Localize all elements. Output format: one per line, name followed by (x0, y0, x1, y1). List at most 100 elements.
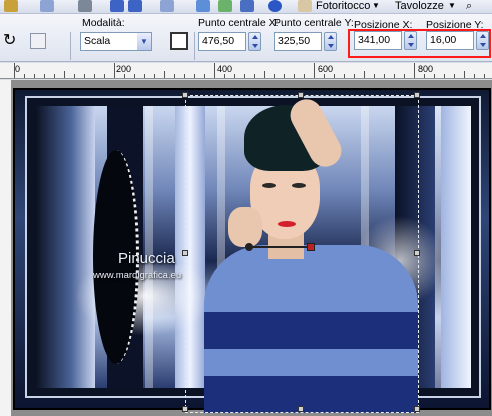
deform-handle[interactable] (298, 406, 304, 412)
vertical-ruler (0, 80, 12, 416)
ruler-tick (434, 74, 435, 78)
rotation-knob[interactable] (307, 243, 315, 251)
light-band (441, 106, 471, 388)
ruler-tick (124, 74, 125, 78)
eraser-icon[interactable] (298, 0, 312, 12)
ruler-tick (174, 74, 175, 78)
ruler-tick (164, 71, 165, 78)
info-icon[interactable] (268, 0, 282, 12)
print-icon[interactable] (78, 0, 92, 12)
ruler-tick (364, 71, 365, 78)
ruler-tick (294, 74, 295, 78)
ruler-tick (444, 74, 445, 78)
ruler-tick (44, 74, 45, 78)
ruler-tick (394, 74, 395, 78)
ruler-tick (114, 63, 115, 78)
ruler-tick (64, 71, 65, 78)
deform-handle[interactable] (182, 92, 188, 98)
search-icon[interactable]: ⌕ (466, 0, 472, 13)
deform-handle[interactable] (298, 92, 304, 98)
light-band (35, 106, 95, 388)
ruler-tick (484, 74, 485, 78)
deform-handle[interactable] (414, 250, 420, 256)
deform-handle[interactable] (182, 406, 188, 412)
chevron-down-icon: ▼ (448, 1, 456, 10)
ruler-tick (134, 74, 135, 78)
center-x-spinner[interactable] (248, 32, 261, 51)
ruler-tick (324, 74, 325, 78)
document-icon[interactable] (40, 0, 54, 12)
ruler-mark: 400 (217, 64, 233, 74)
ruler-tick (334, 74, 335, 78)
separator (194, 32, 195, 60)
ruler-tick (154, 74, 155, 78)
ruler-tick (74, 74, 75, 78)
chevron-down-icon: ▼ (372, 1, 380, 10)
layers-icon[interactable] (196, 0, 210, 12)
ruler-tick (24, 74, 25, 78)
ruler-mark: 200 (116, 64, 132, 74)
center-y-label: Punto centrale Y: (274, 17, 354, 29)
ruler-tick (404, 74, 405, 78)
image-icon[interactable] (4, 0, 18, 12)
watermark-name: Pinuccia (118, 250, 175, 267)
ruler-tick (224, 74, 225, 78)
menu-bar: Fotoritocco ▼ Tavolozze ▼ ⌕ (0, 0, 492, 14)
reset-icon[interactable]: ↻ (3, 33, 16, 49)
deform-icon[interactable] (30, 33, 46, 49)
horizontal-ruler: 0 200 400 600 800 (0, 63, 492, 79)
grid-icon[interactable] (218, 0, 232, 12)
ruler-tick (104, 74, 105, 78)
ruler-mark: 0 (15, 64, 21, 74)
ruler-tick (144, 74, 145, 78)
ruler-tick (454, 74, 455, 78)
ruler-tick (344, 74, 345, 78)
ruler-tick (284, 74, 285, 78)
menu-fotoritocco[interactable]: Fotoritocco (316, 0, 370, 12)
ruler-tick (194, 74, 195, 78)
chevron-down-icon: ▼ (137, 33, 151, 50)
ruler-tick (244, 74, 245, 78)
ruler-tick (274, 74, 275, 78)
ruler-mark: 800 (418, 64, 434, 74)
position-highlight (348, 29, 491, 58)
ruler-tick (384, 74, 385, 78)
deform-handle[interactable] (414, 92, 420, 98)
center-x-label: Punto centrale X: (198, 17, 279, 29)
undo-icon[interactable] (110, 0, 124, 12)
center-y-field[interactable]: 325,50 (274, 32, 322, 51)
separator (70, 32, 71, 60)
menu-tavolozze[interactable]: Tavolozze (395, 0, 444, 12)
crop-icon[interactable] (170, 32, 188, 50)
ruler-tick (464, 71, 465, 78)
ruler-tick (204, 74, 205, 78)
mode-select[interactable]: Scala ▼ (80, 32, 152, 51)
ruler-tick (354, 74, 355, 78)
ruler-mark: 600 (318, 64, 334, 74)
center-y-spinner[interactable] (324, 32, 337, 51)
ruler-tick (214, 63, 215, 78)
watermark-site: www.mardigrafica.eu (93, 270, 182, 281)
ruler-tick (374, 74, 375, 78)
star-icon[interactable] (160, 0, 174, 12)
pivot-point[interactable] (245, 243, 253, 251)
ruler-tick (14, 63, 15, 78)
ruler-tick (234, 74, 235, 78)
deform-handle[interactable] (414, 406, 420, 412)
redo-icon[interactable] (128, 0, 142, 12)
ruler-tick (34, 74, 35, 78)
ruler-tick (424, 74, 425, 78)
ruler-tick (314, 63, 315, 78)
ruler-tick (84, 74, 85, 78)
deform-handle[interactable] (182, 250, 188, 256)
ruler-tick (54, 74, 55, 78)
ruler-tick (304, 74, 305, 78)
save-icon[interactable] (240, 0, 254, 12)
ruler-tick (254, 74, 255, 78)
ruler-tick (414, 63, 415, 78)
ruler-tick (94, 74, 95, 78)
center-x-field[interactable]: 476,50 (198, 32, 246, 51)
rotation-handle[interactable] (245, 246, 315, 248)
ruler-tick (474, 74, 475, 78)
deform-bounding-box[interactable] (185, 95, 419, 413)
